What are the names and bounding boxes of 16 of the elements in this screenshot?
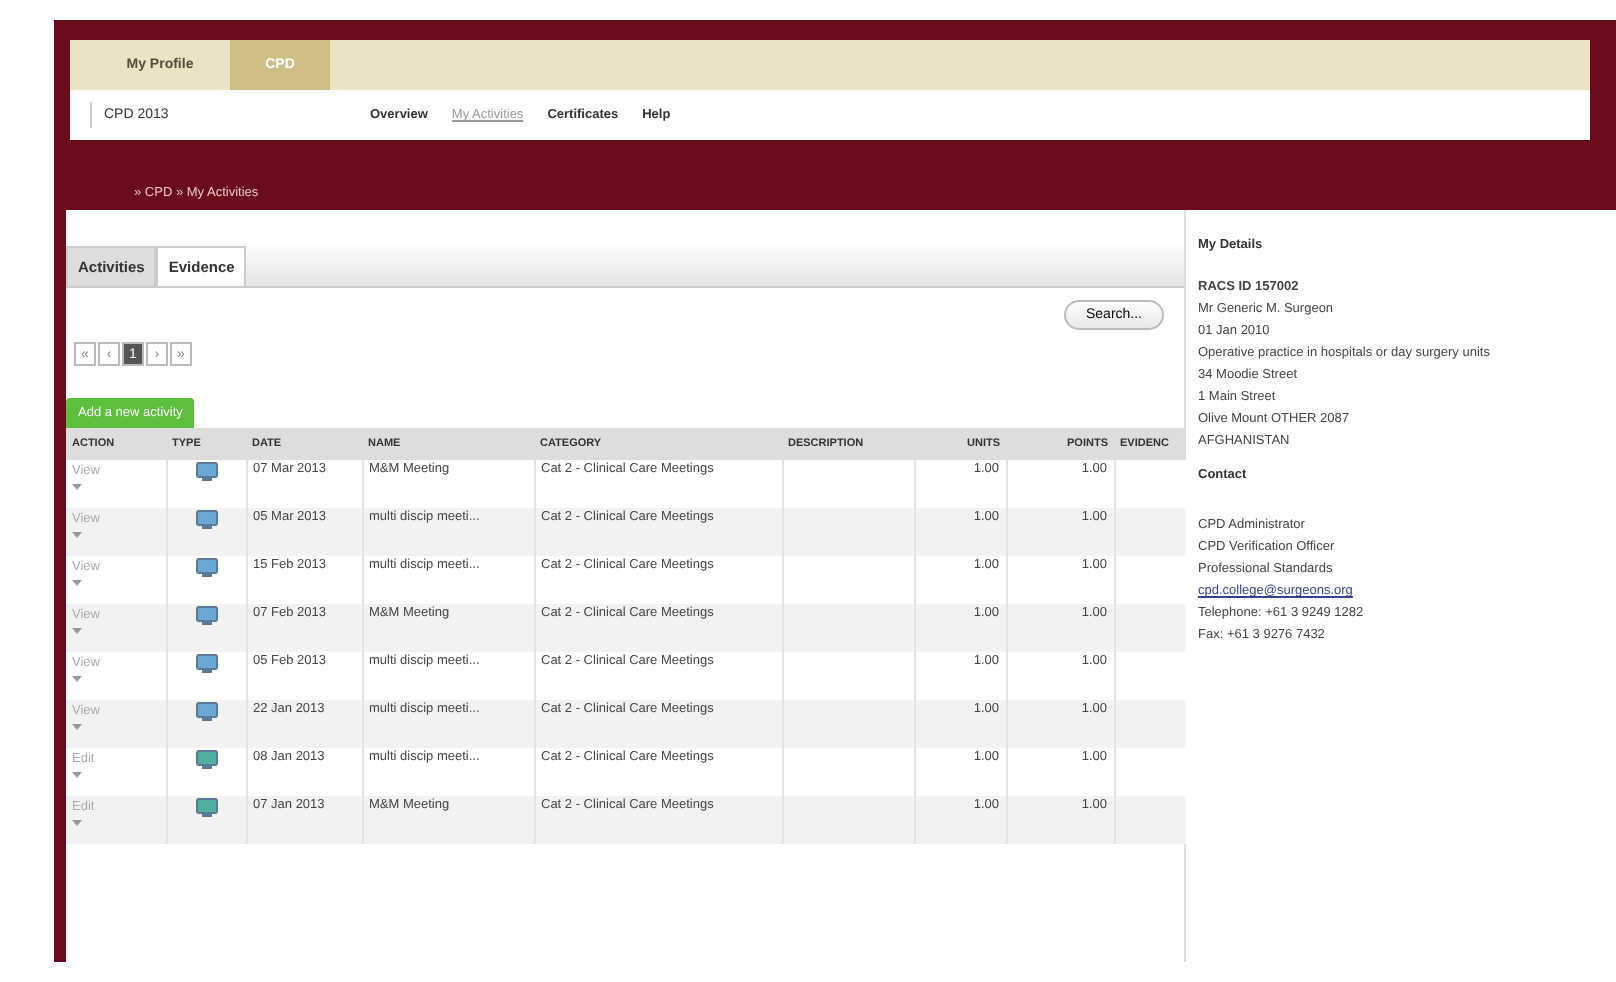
monitor-icon [195, 750, 217, 770]
monitor-icon [195, 558, 217, 578]
monitor-icon [195, 798, 217, 818]
expand-icon[interactable] [72, 674, 82, 684]
expand-icon[interactable] [72, 722, 82, 732]
monitor-icon [195, 702, 217, 722]
monitor-icon [195, 606, 217, 626]
expand-icon[interactable] [72, 770, 82, 780]
expand-icon[interactable] [72, 626, 82, 636]
monitor-icon [195, 510, 217, 530]
expand-icon[interactable] [72, 578, 82, 588]
expand-icon[interactable] [72, 482, 82, 492]
monitor-icon [195, 462, 217, 482]
monitor-icon [195, 654, 217, 674]
expand-icon[interactable] [72, 818, 82, 828]
expand-icon[interactable] [72, 530, 82, 540]
